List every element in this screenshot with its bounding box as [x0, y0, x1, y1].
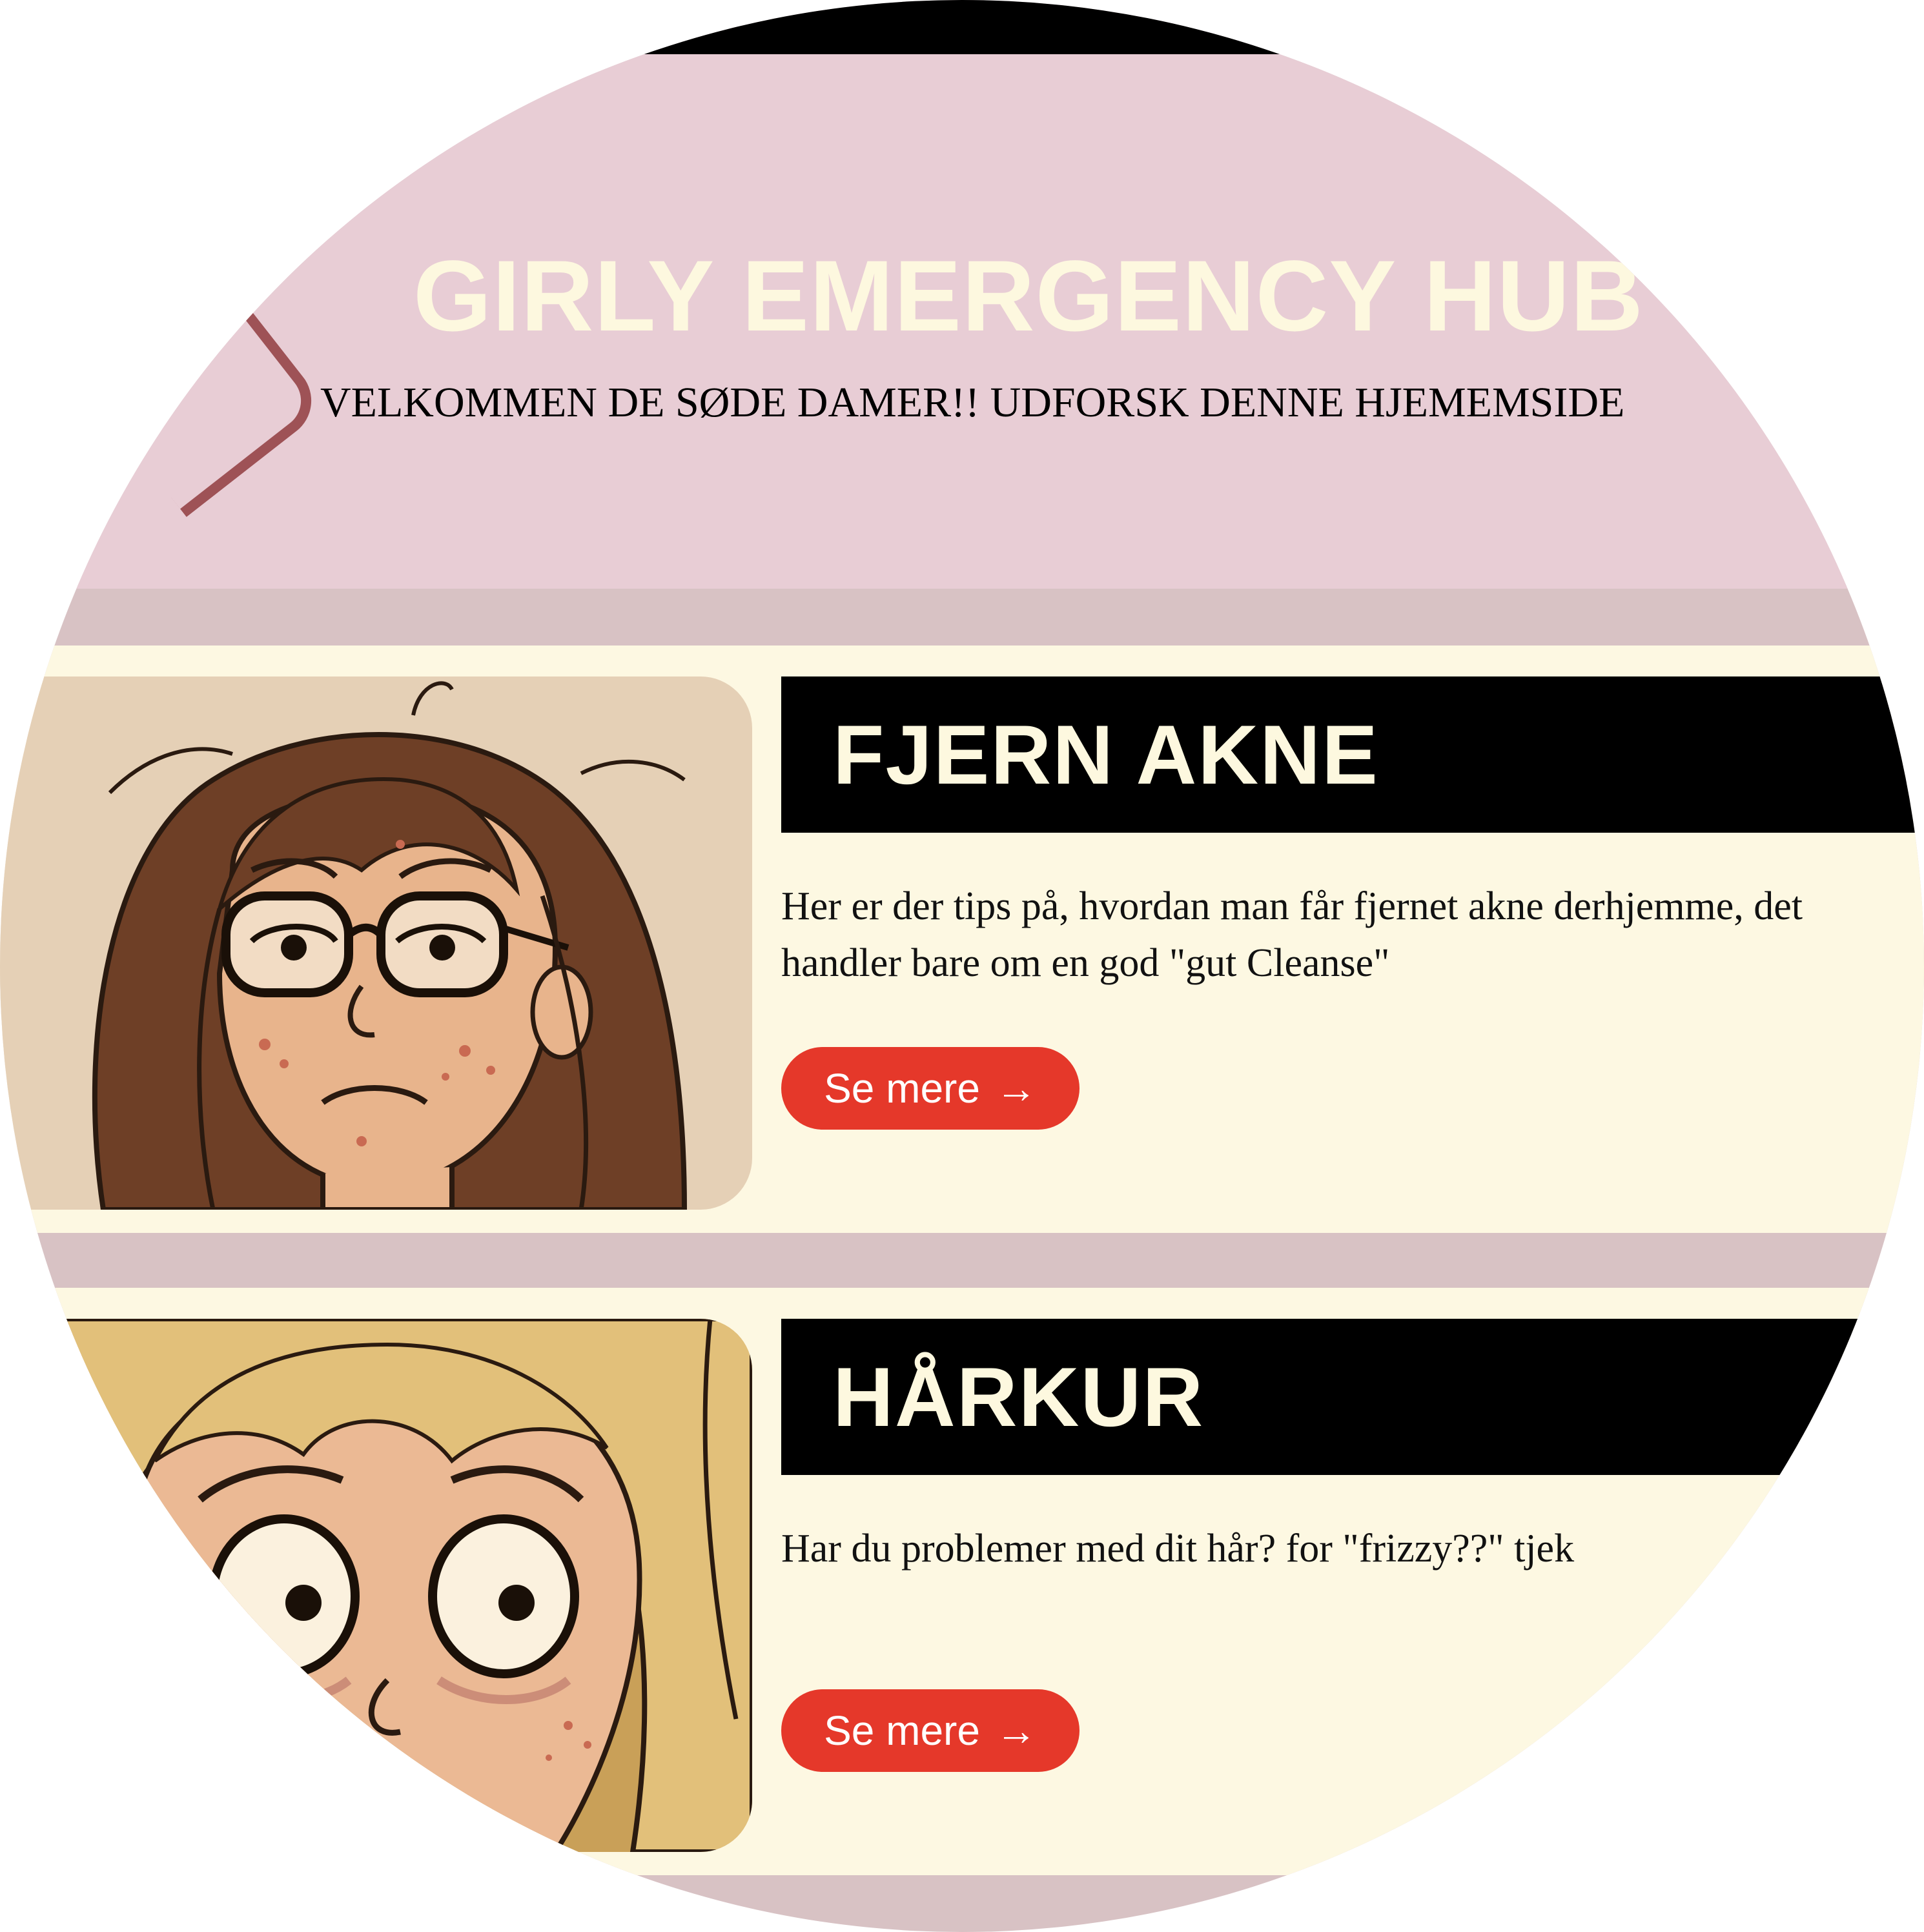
card-fjern-akne: FJERN AKNE Her er der tips på, hvordan m…: [0, 646, 1924, 1233]
arrow-right-icon: →: [995, 1065, 1037, 1112]
card-description: Her er der tips på, hvordan man får fjer…: [781, 884, 1803, 985]
arrow-right-icon: →: [995, 1707, 1037, 1754]
worried-blonde-girl-illustration-icon: [0, 1319, 752, 1852]
top-navigation-bar: [0, 0, 1924, 54]
tired-girl-with-glasses-illustration-icon: [0, 676, 752, 1210]
page-viewport: GIRLY EMERGENCY HUB VELKOMMEN DE SØDE DA…: [0, 0, 1924, 1932]
hero-subtitle: VELKOMMEN DE SØDE DAMER!! UDFORSK DENNE …: [320, 379, 1625, 426]
card-heading-bar: HÅRKUR: [781, 1319, 1924, 1475]
hero-title: GIRLY EMERGENCY HUB: [413, 240, 1644, 352]
card-title: HÅRKUR: [833, 1350, 1205, 1444]
button-label: Se mere: [824, 1065, 980, 1112]
button-label: Se mere: [824, 1707, 980, 1754]
card-description: Har du problemer med dit hår? for "frizz…: [781, 1527, 1575, 1571]
decorative-ribbon-icon: [96, 292, 327, 518]
hero-section: GIRLY EMERGENCY HUB VELKOMMEN DE SØDE DA…: [0, 54, 1924, 589]
se-mere-button[interactable]: Se mere →: [781, 1047, 1080, 1130]
card-harkur: HÅRKUR Har du problemer med dit hår? for…: [0, 1288, 1924, 1875]
card-heading-bar: FJERN AKNE: [781, 676, 1924, 833]
card-title: FJERN AKNE: [833, 707, 1379, 802]
se-mere-button[interactable]: Se mere →: [781, 1689, 1080, 1772]
